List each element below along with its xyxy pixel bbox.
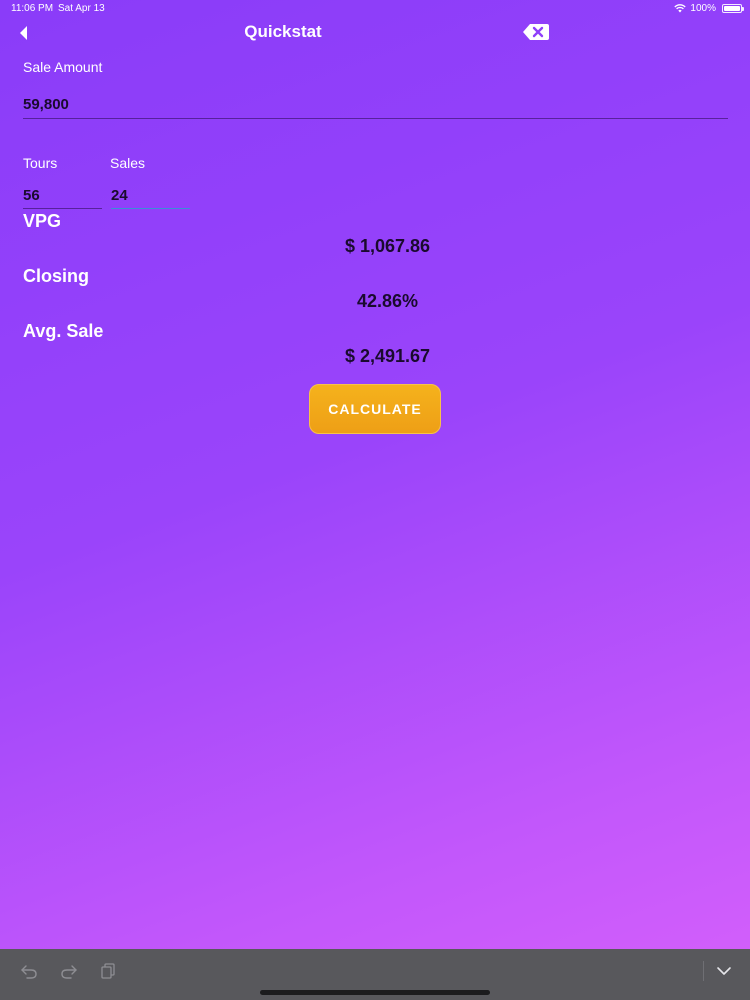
- clear-button[interactable]: [522, 22, 550, 42]
- wifi-icon: [674, 4, 687, 13]
- undo-icon: [21, 965, 37, 979]
- redo-button[interactable]: [59, 961, 79, 981]
- closing-value: 42.86%: [356, 291, 419, 311]
- page-title: Quickstat: [244, 22, 322, 41]
- sale-amount-label: Sale Amount: [23, 59, 103, 75]
- sale-amount-underline: [23, 118, 728, 119]
- status-bar: 11:06 PM Sat Apr 13 100%: [0, 0, 750, 18]
- avg-sale-value: $ 2,491.67: [344, 346, 431, 366]
- battery-percent: 100%: [690, 3, 716, 14]
- status-date: Sat Apr 13: [58, 3, 105, 14]
- status-time: 11:06 PM: [11, 3, 54, 14]
- sale-amount-input[interactable]: [23, 94, 723, 114]
- tours-label: Tours: [23, 155, 58, 171]
- backspace-clear-icon: [523, 24, 549, 40]
- avg-sale-label: Avg. Sale: [23, 321, 104, 341]
- status-right: 100%: [674, 3, 716, 14]
- tours-input[interactable]: [23, 185, 101, 205]
- closing-label: Closing: [23, 266, 89, 286]
- keyboard-dismiss-icon: [717, 967, 731, 975]
- paste-button[interactable]: [98, 961, 118, 981]
- undo-button[interactable]: [19, 961, 39, 981]
- nav-bar: Quickstat: [0, 18, 750, 48]
- toolbar-divider: [703, 961, 704, 981]
- home-indicator[interactable]: [260, 990, 490, 995]
- sales-input[interactable]: [111, 185, 189, 205]
- sales-underline: [111, 208, 190, 209]
- vpg-value: $ 1,067.86: [344, 236, 431, 256]
- vpg-label: VPG: [23, 211, 62, 231]
- battery-icon: [722, 4, 744, 13]
- dismiss-keyboard-button[interactable]: [714, 961, 734, 981]
- calculate-button[interactable]: CALCULATE: [309, 384, 441, 434]
- tours-underline: [23, 208, 102, 209]
- sales-label: Sales: [110, 155, 146, 171]
- redo-icon: [61, 965, 77, 979]
- paste-icon: [101, 963, 115, 979]
